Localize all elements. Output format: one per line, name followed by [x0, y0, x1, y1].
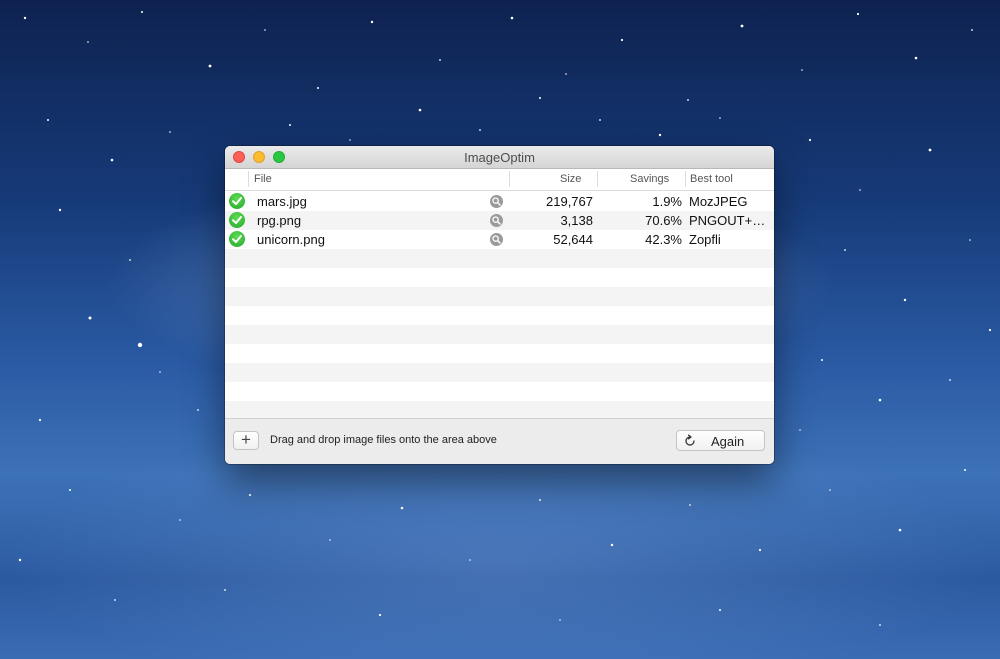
empty-row — [225, 287, 774, 306]
file-savings: 1.9% — [652, 194, 682, 209]
empty-row — [225, 382, 774, 401]
check-icon — [229, 212, 245, 228]
again-button-label: Again — [711, 434, 745, 449]
column-separator — [597, 171, 598, 187]
file-list[interactable]: mars.jpg 219,767 1.9% MozJPEG rpg.png 3,… — [225, 191, 774, 420]
column-header-savings[interactable]: Savings — [630, 173, 669, 185]
column-header-size[interactable]: Size — [560, 173, 581, 185]
file-size: 219,767 — [546, 194, 593, 209]
magnifier-icon[interactable] — [490, 214, 503, 227]
imageoptim-window: ImageOptim File Size Savings Best tool m… — [225, 146, 774, 464]
empty-row — [225, 325, 774, 344]
file-name: unicorn.png — [257, 232, 325, 247]
best-tool: MozJPEG — [689, 194, 748, 209]
file-name: rpg.png — [257, 213, 302, 228]
check-icon — [229, 231, 245, 247]
column-separator — [685, 171, 686, 187]
magnifier-icon[interactable] — [490, 195, 503, 208]
empty-row — [225, 363, 774, 382]
table-row[interactable]: unicorn.png 52,644 42.3% Zopfli — [225, 230, 774, 249]
desktop-background: ImageOptim File Size Savings Best tool m… — [0, 0, 1000, 659]
again-button[interactable]: Again — [676, 430, 765, 451]
table-header: File Size Savings Best tool — [225, 169, 774, 191]
best-tool: PNGOUT+… — [689, 213, 766, 228]
file-name: mars.jpg — [257, 194, 307, 209]
empty-row — [225, 306, 774, 325]
column-separator — [509, 171, 510, 187]
column-header-best-tool[interactable]: Best tool — [690, 173, 733, 185]
window-title: ImageOptim — [464, 150, 535, 165]
file-size: 3,138 — [560, 213, 593, 228]
check-icon — [229, 193, 245, 209]
file-savings: 42.3% — [645, 232, 682, 247]
empty-row — [225, 268, 774, 287]
magnifier-icon[interactable] — [490, 233, 503, 246]
column-header-file[interactable]: File — [254, 173, 272, 185]
table-row[interactable]: mars.jpg 219,767 1.9% MozJPEG — [225, 192, 774, 211]
title-bar[interactable]: ImageOptim — [225, 146, 774, 169]
table-row[interactable]: rpg.png 3,138 70.6% PNGOUT+… — [225, 211, 774, 230]
drop-hint-text: Drag and drop image files onto the area … — [270, 434, 497, 446]
bottom-toolbar: + Drag and drop image files onto the are… — [225, 418, 774, 464]
column-separator — [248, 171, 249, 187]
file-size: 52,644 — [553, 232, 593, 247]
empty-row — [225, 344, 774, 363]
add-files-button[interactable]: + — [233, 431, 259, 450]
best-tool: Zopfli — [689, 232, 721, 247]
refresh-icon — [685, 434, 695, 446]
empty-row — [225, 249, 774, 268]
file-savings: 70.6% — [645, 213, 682, 228]
